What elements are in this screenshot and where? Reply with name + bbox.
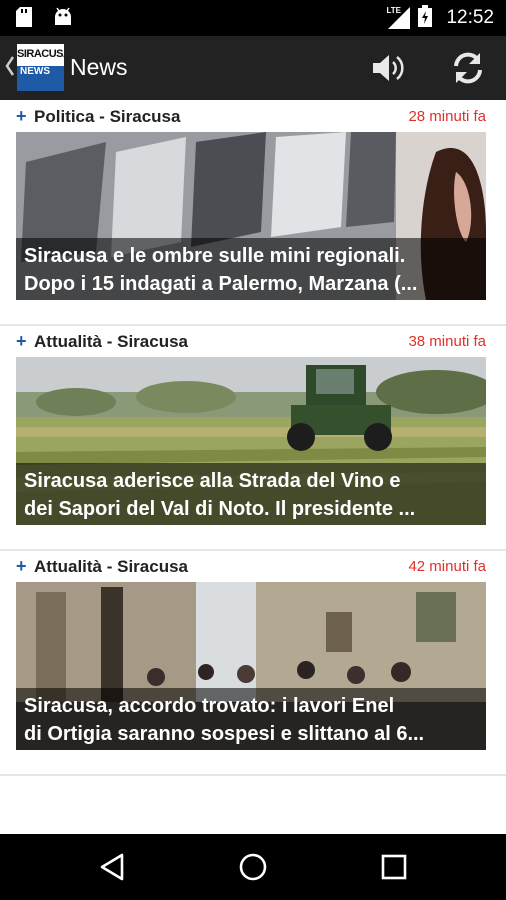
logo-top-text: SIRACUSA <box>17 48 64 60</box>
system-nav-bar <box>0 834 506 900</box>
app-logo[interactable]: SIRACUSA NEWS <box>17 44 64 91</box>
speaker-button[interactable] <box>370 50 408 86</box>
refresh-button[interactable] <box>449 50 487 86</box>
status-bar: LTE 12:52 <box>0 0 506 36</box>
news-card[interactable]: + Attualità - Siracusa 38 minuti fa Sira… <box>0 325 506 549</box>
battery-icon <box>418 4 433 32</box>
nav-back-button[interactable] <box>94 847 134 887</box>
expand-plus-icon[interactable]: + <box>16 331 27 351</box>
back-chevron-icon[interactable] <box>4 54 16 83</box>
timestamp: 28 minuti fa <box>408 108 486 125</box>
logo-bottom-text: NEWS <box>20 66 50 77</box>
nav-recents-button[interactable] <box>374 847 414 887</box>
category-label: Attualità - Siracusa <box>34 332 188 351</box>
timestamp: 42 minuti fa <box>408 558 486 575</box>
article-image[interactable]: Siracusa aderisce alla Strada del Vino e… <box>16 357 486 525</box>
article-title-line: Siracusa aderisce alla Strada del Vino e <box>24 470 401 492</box>
category-label: Politica - Siracusa <box>34 107 181 126</box>
article-caption: Siracusa e le ombre sulle mini regionali… <box>16 238 486 300</box>
article-image[interactable]: Siracusa e le ombre sulle mini regionali… <box>16 132 486 300</box>
home-circle-icon <box>233 853 273 891</box>
article-caption: Siracusa, accordo trovato: i lavori Enel… <box>16 688 486 750</box>
article-title-line: Dopo i 15 indagati a Palermo, Marzana (.… <box>24 273 418 295</box>
refresh-icon <box>449 52 487 90</box>
nav-home-button[interactable] <box>233 847 273 887</box>
article-title-line: Siracusa e le ombre sulle mini regionali… <box>24 245 406 267</box>
article-title-line: Siracusa, accordo trovato: i lavori Enel <box>24 695 395 717</box>
clock: 12:52 <box>446 7 494 28</box>
network-type: LTE <box>386 6 401 15</box>
recents-square-icon <box>374 854 414 891</box>
expand-plus-icon[interactable]: + <box>16 106 27 126</box>
page-title: News <box>70 54 128 80</box>
news-card[interactable]: + Politica - Siracusa 28 minuti fa Sirac… <box>0 100 506 324</box>
speaker-icon <box>370 55 408 90</box>
article-image[interactable]: Siracusa, accordo trovato: i lavori Enel… <box>16 582 486 750</box>
news-card[interactable]: + Attualità - Siracusa 42 minuti fa Sira… <box>0 550 506 774</box>
signal-icon: LTE <box>386 6 411 29</box>
category-label: Attualità - Siracusa <box>34 557 188 576</box>
expand-plus-icon[interactable]: + <box>16 556 27 576</box>
sd-card-icon <box>16 7 32 32</box>
article-title-line: di Ortigia saranno sospesi e slittano al… <box>24 723 425 745</box>
android-icon <box>52 7 74 32</box>
article-caption: Siracusa aderisce alla Strada del Vino e… <box>16 463 486 525</box>
action-bar: SIRACUSA NEWS News <box>0 36 506 100</box>
timestamp: 38 minuti fa <box>408 333 486 350</box>
back-triangle-icon <box>94 853 134 891</box>
article-title-line: dei Sapori del Val di Noto. Il president… <box>24 498 416 520</box>
divider <box>0 774 506 776</box>
